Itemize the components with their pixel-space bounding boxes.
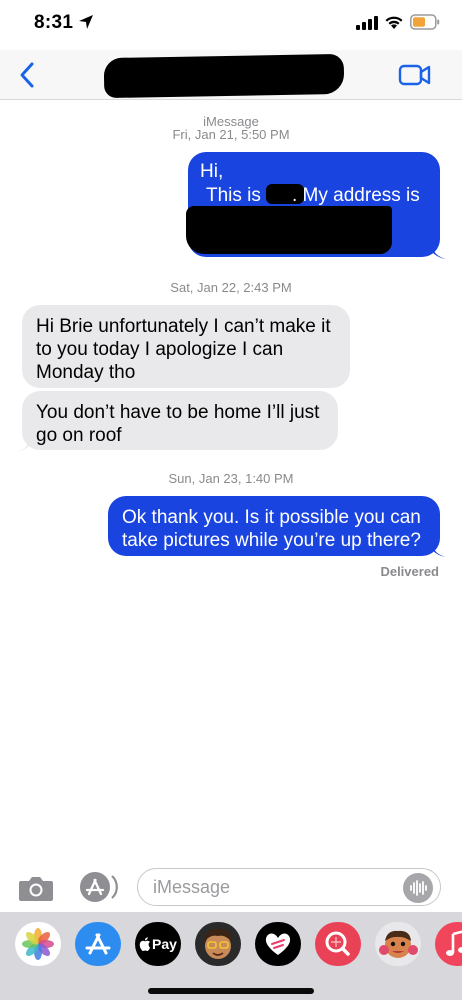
message-line-intro-start: This is	[206, 185, 261, 206]
incoming-message-reschedule[interactable]: Hi Brie unfortunately I can’t make it to…	[22, 305, 350, 388]
chevron-left-icon[interactable]	[14, 60, 40, 90]
timestamp-jan-22: Sat, Jan 22, 2:43 PM	[170, 280, 292, 295]
search-images-icon[interactable]	[315, 922, 361, 966]
voice-message-button[interactable]	[403, 873, 433, 903]
cellular-signal-icon	[356, 16, 378, 30]
message-line-greeting: Hi,	[200, 161, 224, 182]
home-indicator[interactable]	[148, 988, 314, 994]
outgoing-message-address[interactable]: Hi, This is . My address is	[186, 152, 440, 257]
music-icon[interactable]	[435, 922, 462, 966]
video-camera-icon[interactable]	[398, 62, 432, 88]
digital-touch-icon[interactable]	[255, 922, 301, 966]
message-input[interactable]	[137, 868, 441, 906]
incoming-message-roof[interactable]: You don’t have to be home I’ll just go o…	[22, 391, 338, 450]
redacted-address	[186, 206, 392, 254]
app-store-icon[interactable]	[75, 922, 121, 966]
compose-bar	[0, 862, 462, 912]
outgoing-message-pictures[interactable]: Ok thank you. Is it possible you can tak…	[108, 496, 440, 556]
apple-pay-icon[interactable]: Pay	[135, 922, 181, 966]
photos-icon[interactable]	[15, 922, 61, 966]
camera-icon[interactable]	[18, 874, 54, 902]
status-time: 8:31	[34, 12, 74, 33]
location-arrow-icon	[79, 15, 93, 29]
app-drawer: Pay	[0, 912, 462, 1000]
delivered-status: Delivered	[380, 564, 439, 579]
apple-pay-label: Pay	[152, 936, 177, 952]
message-thread[interactable]: iMessage Fri, Jan 21, 5:50 PM Hi, This i…	[0, 100, 462, 860]
animoji-icon[interactable]	[375, 922, 421, 966]
message-line-intro-end: . My address is	[292, 185, 420, 206]
battery-icon	[410, 14, 440, 30]
wifi-icon	[385, 16, 403, 29]
timestamp-jan-21: Fri, Jan 21, 5:50 PM	[172, 127, 290, 142]
timestamp-jan-23: Sun, Jan 23, 1:40 PM	[168, 471, 294, 486]
waveform-icon	[410, 880, 427, 896]
memoji-icon[interactable]	[195, 922, 241, 966]
app-store-icon[interactable]	[76, 870, 118, 904]
bubble-tail	[432, 246, 446, 259]
apple-logo-icon	[139, 937, 151, 951]
conversation-header	[0, 50, 462, 100]
redacted-contact-name[interactable]	[103, 53, 345, 99]
bubble-tail	[16, 439, 30, 452]
bubble-tail	[432, 544, 446, 557]
status-bar: 8:31	[0, 0, 462, 50]
